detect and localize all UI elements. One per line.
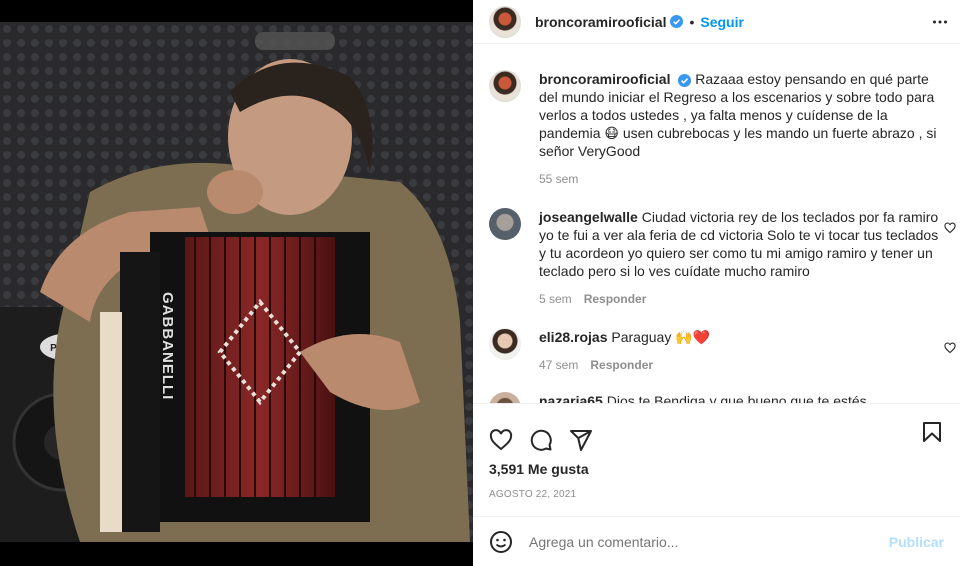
comment-username[interactable]: joseangelwalle (539, 209, 638, 225)
comment-avatar[interactable] (489, 392, 521, 403)
comment-time[interactable]: 5 sem (539, 292, 572, 306)
verified-badge-icon (670, 15, 684, 28)
svg-text:GABBANELLI: GABBANELLI (159, 292, 176, 400)
comment-username[interactable]: eli28.rojas (539, 329, 608, 345)
comment-time[interactable]: 47 sem (539, 358, 578, 372)
post-header: broncoramirooficial • Seguir (473, 0, 960, 44)
caption-verified-icon (678, 73, 692, 87)
save-bookmark-icon[interactable] (920, 420, 944, 444)
share-paper-plane-icon[interactable] (569, 428, 593, 452)
reply-button[interactable]: Responder (590, 358, 653, 372)
caption-avatar[interactable] (489, 70, 521, 102)
post-date[interactable]: AGOSTO 22, 2021 (473, 489, 960, 500)
author-username[interactable]: broncoramirooficial (535, 14, 666, 30)
add-comment-bar: Publicar (473, 516, 960, 566)
comment-item: nazaria65 Dios te Bendiga y que bueno qu… (473, 392, 960, 403)
post-comment-button[interactable]: Publicar (889, 534, 944, 550)
post-media[interactable]: PEAVEY GABBANELLI (0, 0, 473, 566)
comment-input[interactable] (529, 533, 889, 550)
comment-avatar[interactable] (489, 208, 521, 240)
caption: broncoramirooficial Razaaa estoy pensand… (473, 70, 960, 186)
post-photo: PEAVEY GABBANELLI (0, 22, 473, 542)
comment-item: eli28.rojas Paraguay 🙌❤️ 47 sem Responder (473, 328, 960, 372)
like-comment-heart-icon[interactable] (944, 342, 956, 354)
author-avatar[interactable] (489, 5, 521, 38)
comment-bubble-icon[interactable] (529, 428, 553, 452)
post-panel: broncoramirooficial • Seguir broncoramir… (473, 0, 960, 566)
caption-username[interactable]: broncoramirooficial (539, 71, 670, 87)
comment-item: joseangelwalle Ciudad victoria rey de lo… (473, 208, 960, 306)
caption-time[interactable]: 55 sem (539, 172, 578, 186)
comment-text: Paraguay 🙌❤️ (611, 329, 711, 345)
separator-dot: • (689, 13, 695, 30)
emoji-icon[interactable] (489, 530, 513, 554)
likes-count[interactable]: 3,591 Me gusta (473, 461, 960, 477)
like-comment-heart-icon[interactable] (944, 222, 956, 234)
comment-avatar[interactable] (489, 328, 521, 360)
more-options-icon[interactable] (932, 14, 948, 30)
reply-button[interactable]: Responder (584, 292, 647, 306)
comments-list[interactable]: broncoramirooficial Razaaa estoy pensand… (473, 53, 960, 403)
like-heart-icon[interactable] (489, 428, 513, 452)
follow-button[interactable]: Seguir (700, 14, 744, 30)
comment-text: Dios te Bendiga y que bueno que te estés (606, 393, 867, 403)
comment-username[interactable]: nazaria65 (539, 393, 603, 403)
actions-section: 3,591 Me gusta AGOSTO 22, 2021 (473, 403, 960, 516)
